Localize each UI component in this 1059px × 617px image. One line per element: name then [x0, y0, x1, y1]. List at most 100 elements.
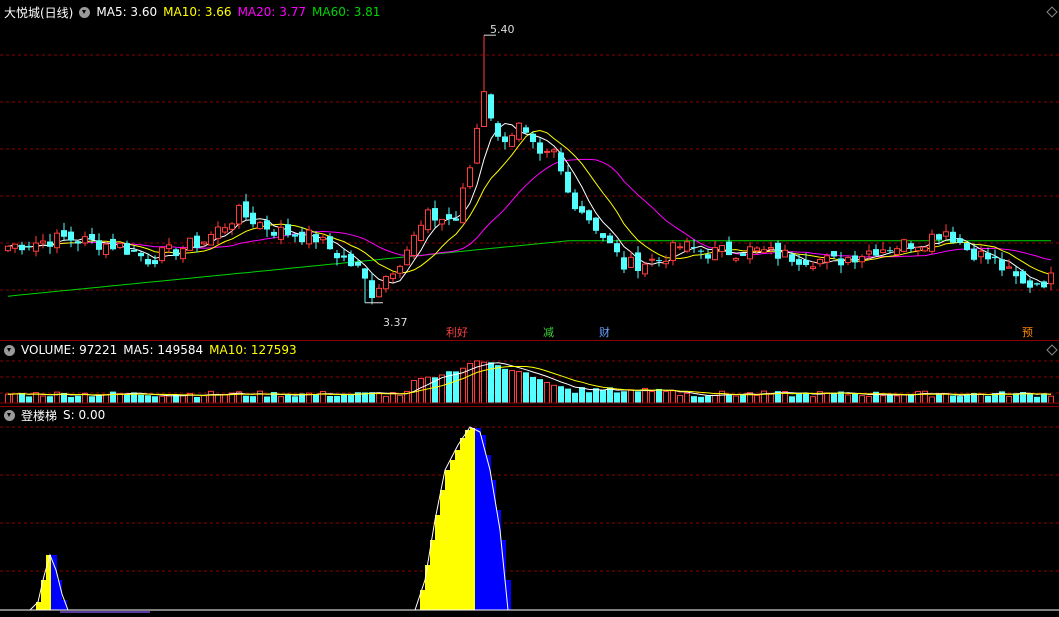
volume-bar — [621, 391, 627, 403]
volume-bar — [89, 396, 95, 403]
candle-body — [376, 287, 382, 298]
candle-body — [551, 149, 557, 153]
candle-body — [957, 238, 963, 243]
candle-body — [96, 240, 102, 250]
candle-body — [691, 247, 697, 249]
candle-body — [110, 238, 116, 250]
volume-bar — [845, 394, 851, 404]
volume-bar — [705, 395, 711, 403]
candle-body — [208, 233, 214, 246]
candlestick-chart[interactable] — [0, 0, 1059, 340]
ma60-label: MA60: 3.81 — [312, 5, 381, 19]
volume-bar — [943, 393, 949, 404]
volume-bar — [628, 389, 634, 404]
event-tag-forecast[interactable]: 预 — [1021, 324, 1034, 340]
volume-bar — [929, 396, 935, 404]
candle-body — [852, 255, 858, 263]
volume-bar — [75, 395, 81, 403]
candle-body — [831, 251, 837, 257]
candle-body — [33, 242, 39, 252]
candle-body — [54, 232, 60, 249]
volume-dropdown-icon[interactable] — [4, 344, 15, 356]
volume-bar — [201, 395, 207, 404]
candle-body — [509, 134, 515, 147]
volume-bar — [551, 384, 557, 404]
volume-bar — [635, 391, 641, 403]
candle-body — [474, 127, 480, 164]
volume-bar — [866, 395, 872, 404]
volume-bar — [516, 370, 522, 404]
indicator-value: S: 0.00 — [63, 408, 106, 422]
stair-indicator-chart[interactable] — [0, 407, 1059, 617]
candle-body — [663, 260, 669, 265]
volume-bar — [600, 390, 606, 403]
candle-body — [530, 133, 536, 143]
volume-bar — [572, 392, 578, 403]
candle-body — [985, 252, 991, 260]
volume-bar — [579, 387, 585, 403]
volume-bar — [159, 395, 165, 404]
volume-bar — [894, 395, 900, 404]
volume-bar — [523, 372, 529, 403]
candle-body — [453, 218, 459, 221]
candle-body — [943, 231, 949, 237]
volume-bar — [19, 392, 25, 403]
volume-panel[interactable]: VOLUME: 97221 MA5: 149584 MA10: 127593 — [0, 341, 1059, 407]
candle-body — [523, 127, 529, 133]
candle-body — [243, 201, 249, 218]
candle-body — [334, 252, 340, 259]
volume-bar — [915, 391, 921, 404]
candle-body — [761, 249, 767, 253]
candle-body — [68, 231, 74, 241]
volume-bar — [495, 365, 501, 403]
candle-body — [306, 229, 312, 245]
indicator-dropdown-icon[interactable] — [4, 409, 15, 421]
volume-bar — [824, 392, 830, 404]
volume-bar — [978, 393, 984, 404]
candle-body — [215, 226, 221, 239]
candle-body — [82, 236, 88, 244]
candle-body — [733, 257, 739, 261]
candle-body — [810, 266, 816, 269]
volume-bar — [691, 396, 697, 403]
volume-bar — [761, 390, 767, 404]
candle-body — [754, 247, 760, 252]
volume-bar — [481, 361, 487, 404]
volume-bar — [47, 396, 53, 403]
candle-body — [159, 247, 165, 262]
volume-bar — [544, 381, 550, 404]
volume-bar — [5, 393, 11, 404]
ma10-label: MA10: 3.66 — [163, 5, 232, 19]
event-tag-finance[interactable]: 财 — [598, 324, 611, 340]
candle-body — [621, 257, 627, 270]
volume-bar — [222, 394, 228, 404]
candle-body — [201, 241, 207, 245]
volume-bar — [341, 393, 347, 403]
candle-body — [194, 235, 200, 249]
indicator-panel[interactable]: 登楼梯 S: 0.00 — [0, 407, 1059, 617]
settings-dropdown-icon[interactable] — [79, 6, 91, 18]
candle-body — [978, 250, 984, 258]
price-header: 大悦城(日线) MA5: 3.60 MA10: 3.66 MA20: 3.77 … — [4, 4, 380, 20]
candle-body — [264, 220, 270, 230]
price-panel[interactable]: 大悦城(日线) MA5: 3.60 MA10: 3.66 MA20: 3.77 … — [0, 0, 1059, 340]
candle-body — [271, 231, 277, 236]
candle-body — [341, 255, 347, 258]
stock-title: 大悦城(日线) — [4, 5, 74, 20]
indicator-signal-line — [0, 426, 1059, 611]
event-tag-good-news[interactable]: 利好 — [445, 324, 469, 340]
candle-body — [1048, 272, 1054, 285]
volume-bar — [264, 396, 270, 403]
volume-bar — [439, 374, 445, 404]
candle-body — [635, 252, 641, 272]
volume-bar — [12, 393, 18, 404]
candle-body — [740, 253, 746, 256]
candle-body — [278, 226, 284, 240]
candle-body — [369, 280, 375, 298]
candle-body — [411, 234, 417, 256]
volume-bar — [1034, 396, 1040, 403]
volume-bar — [110, 391, 116, 403]
volume-bar — [250, 396, 256, 403]
event-tag-reduce[interactable]: 减 — [542, 324, 555, 340]
volume-bar — [376, 392, 382, 404]
